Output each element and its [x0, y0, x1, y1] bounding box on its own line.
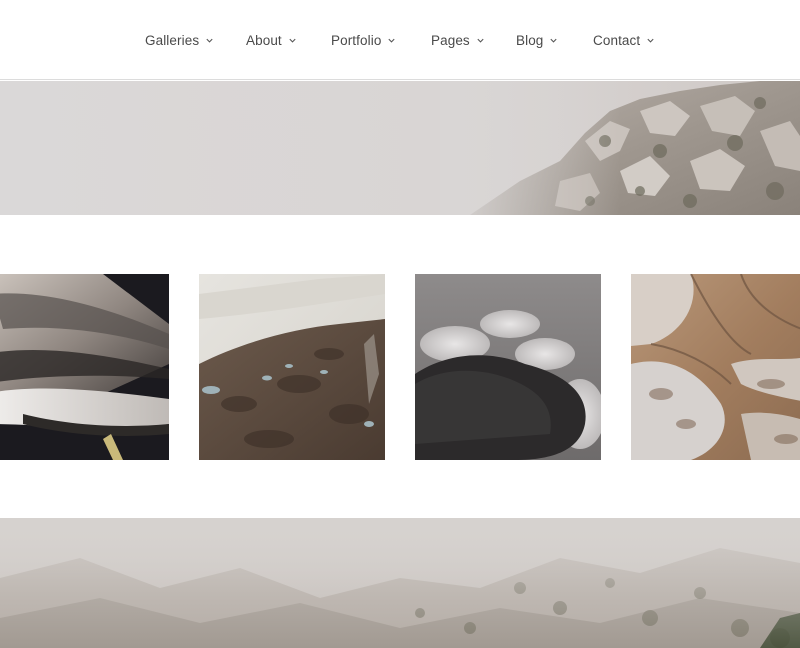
chevron-down-icon — [646, 36, 655, 45]
gallery-thumb-rock[interactable] — [631, 274, 800, 460]
nav-item-label: Blog — [516, 32, 544, 48]
hero-image-bottom — [0, 518, 800, 648]
nav-item-label: Pages — [431, 32, 470, 48]
nav-item-portfolio[interactable]: Portfolio — [331, 30, 396, 50]
misty-mountain-slope-photo — [0, 518, 800, 648]
gallery-thumb-feather[interactable] — [0, 274, 169, 460]
nav-item-label: About — [246, 32, 282, 48]
nav-item-blog[interactable]: Blog — [516, 30, 558, 50]
nav-item-pages[interactable]: Pages — [431, 30, 485, 50]
nav-item-galleries[interactable]: Galleries — [145, 30, 214, 50]
main-nav: Galleries About Portfolio Pages Blog Con… — [0, 0, 800, 80]
chevron-down-icon — [387, 36, 396, 45]
feather-macro-photo — [0, 274, 169, 460]
chevron-down-icon — [205, 36, 214, 45]
foggy-cliffs-photo — [0, 81, 800, 215]
eroded-rock-photo — [631, 274, 800, 460]
storm-clouds-photo — [415, 274, 601, 460]
hero-image-top — [0, 81, 800, 215]
gallery-thumb-terrain[interactable] — [199, 274, 385, 460]
nav-item-about[interactable]: About — [246, 30, 297, 50]
aerial-terrain-photo — [199, 274, 385, 460]
nav-item-contact[interactable]: Contact — [593, 30, 655, 50]
nav-item-label: Contact — [593, 32, 641, 48]
site-header: Galleries About Portfolio Pages Blog Con… — [0, 0, 800, 80]
nav-item-label: Galleries — [145, 32, 200, 48]
gallery-thumb-clouds[interactable] — [415, 274, 601, 460]
chevron-down-icon — [549, 36, 558, 45]
nav-item-label: Portfolio — [331, 32, 382, 48]
chevron-down-icon — [288, 36, 297, 45]
chevron-down-icon — [476, 36, 485, 45]
